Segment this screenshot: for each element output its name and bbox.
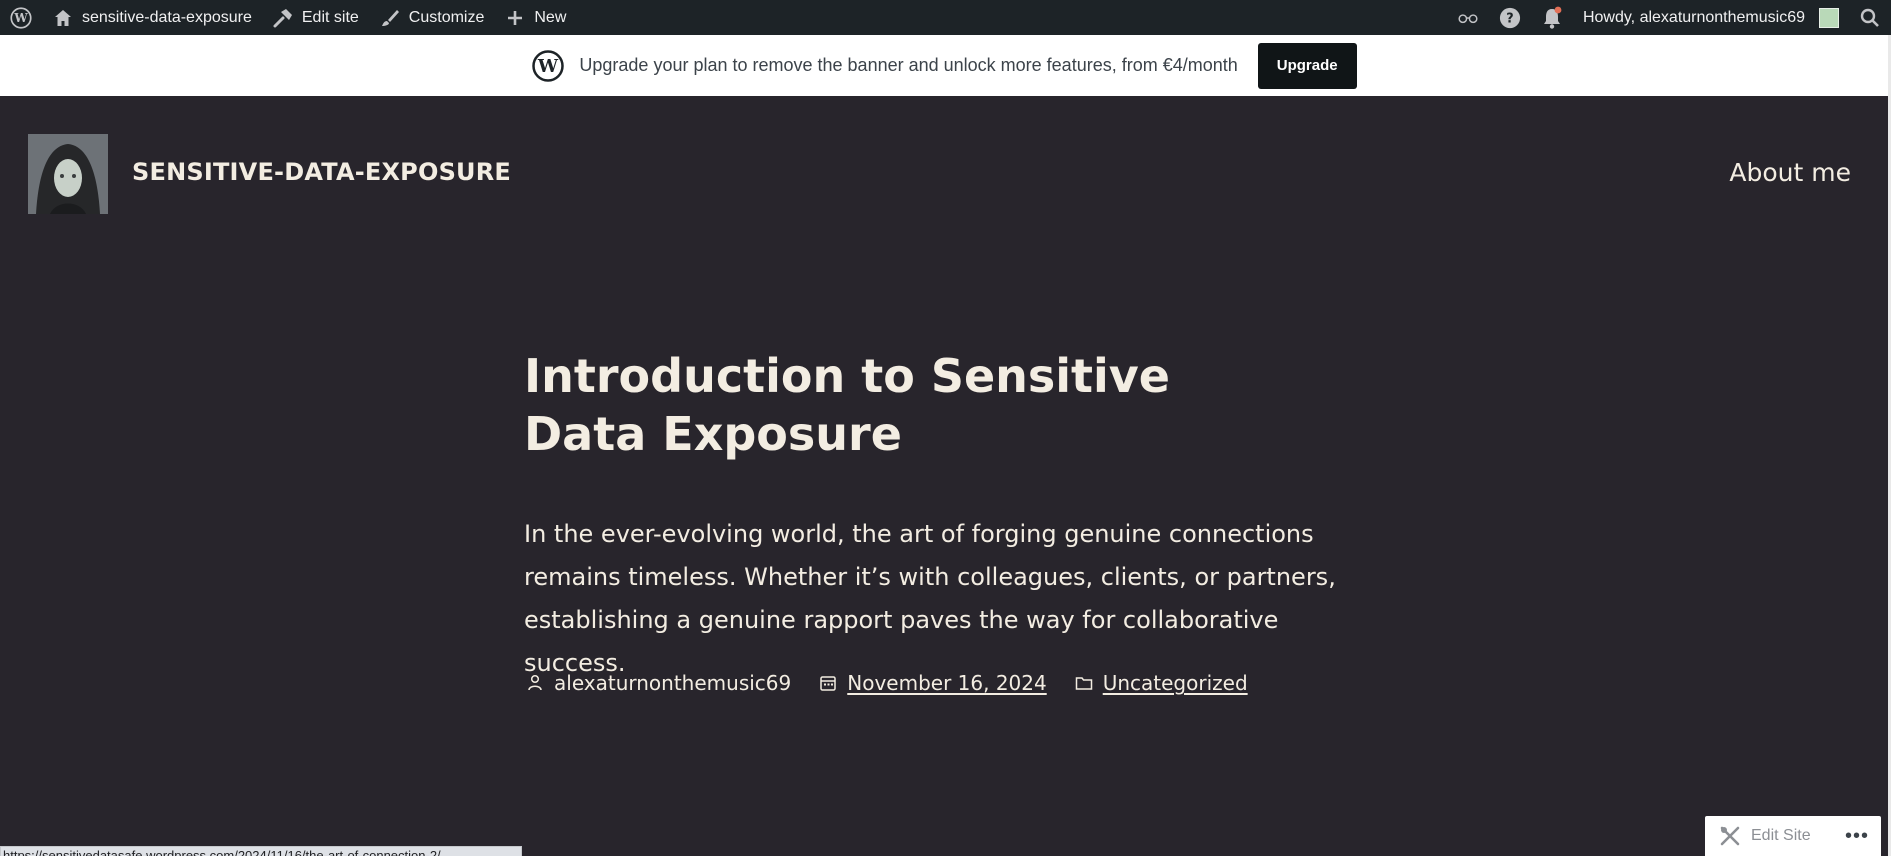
more-options-icon[interactable]: ••• [1845,825,1869,848]
reader-glasses-icon [1457,7,1479,29]
hammer-icon [272,7,294,29]
upgrade-button[interactable]: Upgrade [1257,42,1357,89]
post-date-link[interactable]: November 16, 2024 [847,671,1046,695]
svg-text:?: ? [1506,11,1513,26]
site-title[interactable]: SENSITIVE-DATA-EXPOSURE [132,158,511,186]
admin-bar-account[interactable]: Howdy, alexaturnonthemusic69 [1573,0,1849,35]
nav-link-about-me[interactable]: About me [1729,158,1851,187]
post-title-line-1: Introduction to Sensitive [524,349,1170,403]
help-icon: ? [1499,7,1521,29]
post-meta: alexaturnonthemusic69 November 16, 2024 … [524,671,1274,695]
wordpress-logo-menu[interactable]: W [0,0,42,35]
post-author-name: alexaturnonthemusic69 [554,671,792,695]
browser-status-bar: https://sensitivedatasafe.wordpress.com/… [0,846,522,856]
site-logo[interactable] [28,134,108,214]
paintbrush-icon [379,7,401,29]
folder-icon [1073,672,1095,694]
admin-bar-customize[interactable]: Customize [369,0,495,35]
admin-bar-greeting: Howdy, alexaturnonthemusic69 [1582,8,1805,26]
admin-bar-customize-label: Customize [408,8,485,26]
post-title[interactable]: Introduction to Sensitive Data Exposure [524,347,1224,463]
wordpress-logo-icon: W [531,49,565,83]
admin-bar-edit-site[interactable]: Edit site [262,0,369,35]
edit-site-button[interactable]: Edit Site [1751,827,1811,845]
admin-bar-notifications[interactable] [1531,0,1573,35]
post-title-line-2: Data Exposure [524,407,902,461]
home-icon [52,7,74,29]
admin-bar-reader[interactable] [1447,0,1489,35]
post-date: November 16, 2024 [817,671,1047,695]
admin-bar-site-name: sensitive-data-exposure [82,8,252,26]
svg-text:W: W [537,56,559,77]
post-category: Uncategorized [1073,671,1248,695]
admin-bar-edit-site-label: Edit site [301,8,359,26]
svg-text:W: W [13,11,28,25]
admin-bar: W sensitive-data-exposure Edit site Cust… [0,0,1891,35]
post-category-link[interactable]: Uncategorized [1103,671,1248,695]
banner-text: Upgrade your plan to remove the banner a… [579,55,1238,75]
person-icon [524,672,546,694]
admin-bar-search[interactable] [1849,0,1891,35]
admin-bar-help[interactable]: ? [1489,0,1531,35]
tools-icon [1719,825,1741,847]
post-author: alexaturnonthemusic69 [524,671,791,695]
wordpress-logo-icon: W [10,6,32,29]
calendar-icon [817,672,839,694]
avatar [1819,7,1839,28]
admin-bar-new[interactable]: New [494,0,576,35]
hooded-figure-icon [28,134,108,214]
plus-icon [504,7,526,29]
upgrade-banner: W Upgrade your plan to remove the banner… [0,35,1888,96]
post-excerpt: In the ever-evolving world, the art of f… [524,520,1336,677]
admin-bar-new-label: New [534,8,567,26]
bell-icon [1541,6,1563,29]
admin-bar-site-link[interactable]: sensitive-data-exposure [42,0,262,35]
edit-site-widget: Edit Site ••• [1705,816,1881,856]
search-icon [1859,7,1881,29]
